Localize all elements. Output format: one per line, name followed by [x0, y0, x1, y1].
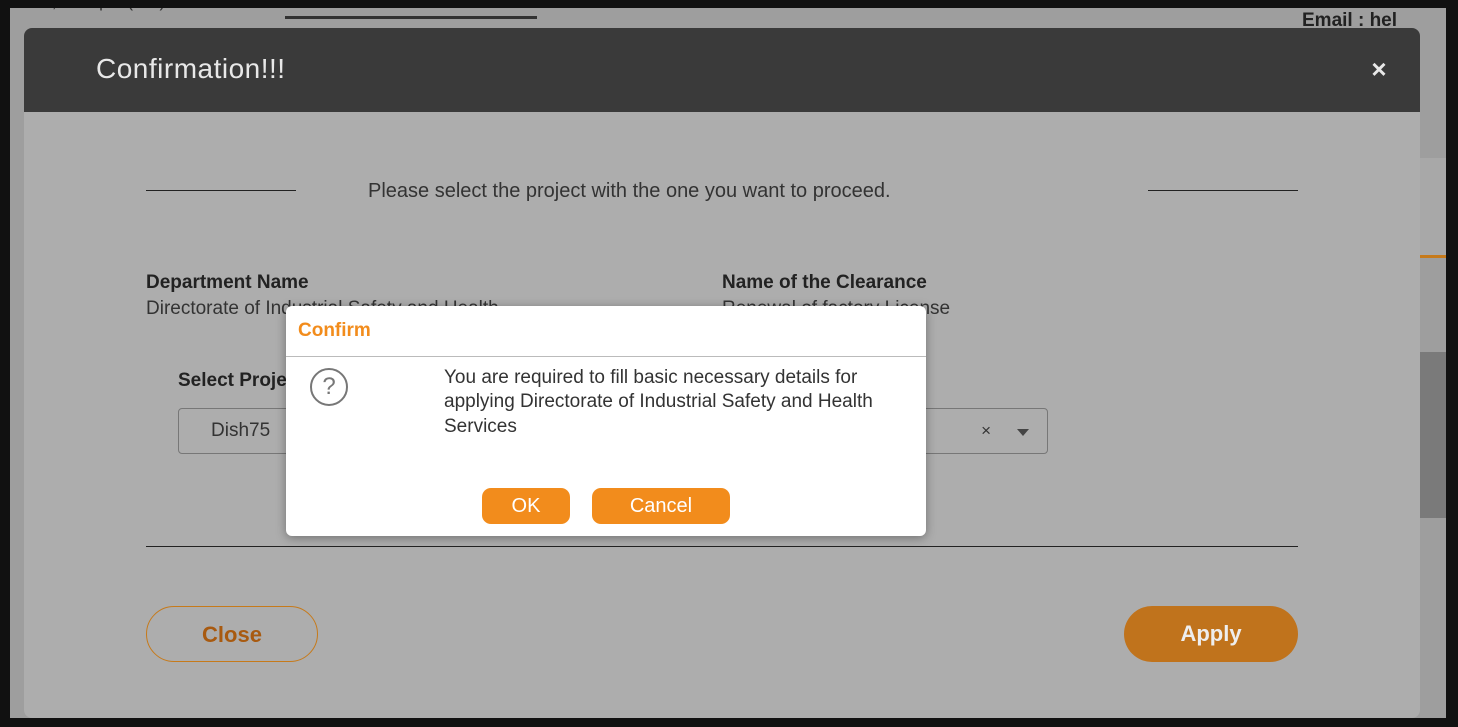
divider-right: [1148, 190, 1298, 191]
divider-bottom: [146, 546, 1298, 547]
background-panel: [1420, 158, 1446, 258]
close-icon[interactable]: ×: [1364, 54, 1394, 85]
frame-border-top: [0, 0, 1458, 8]
modal-title: Confirmation!!!: [96, 53, 286, 84]
clear-icon[interactable]: ×: [981, 421, 991, 441]
apply-button[interactable]: Apply: [1124, 606, 1298, 662]
ok-button[interactable]: OK: [482, 488, 570, 524]
close-button[interactable]: Close: [146, 606, 318, 662]
background-accent-line: [1420, 255, 1446, 258]
clearance-name-label: Name of the Clearance: [722, 272, 927, 293]
frame-border-bottom: [0, 718, 1458, 727]
frame-border-left: [0, 0, 10, 727]
project-select-value: Dish75: [211, 420, 271, 441]
cancel-button[interactable]: Cancel: [592, 488, 730, 524]
chevron-down-icon[interactable]: [1017, 429, 1029, 436]
department-name-label: Department Name: [146, 272, 309, 293]
divider-left: [146, 190, 296, 191]
confirm-dialog: Confirm ? You are required to fill basic…: [286, 306, 926, 536]
modal-header: Confirmation!!! ×: [24, 28, 1420, 112]
background-underline: [285, 16, 537, 19]
confirm-message: You are required to fill basic necessary…: [444, 367, 873, 437]
confirm-divider: [286, 356, 926, 357]
frame-border-right: [1446, 0, 1458, 727]
question-icon: ?: [310, 368, 348, 406]
confirm-title: Confirm: [298, 320, 371, 341]
background-panel-dark: [1420, 352, 1446, 518]
instruction-text: Please select the project with the one y…: [368, 180, 891, 202]
